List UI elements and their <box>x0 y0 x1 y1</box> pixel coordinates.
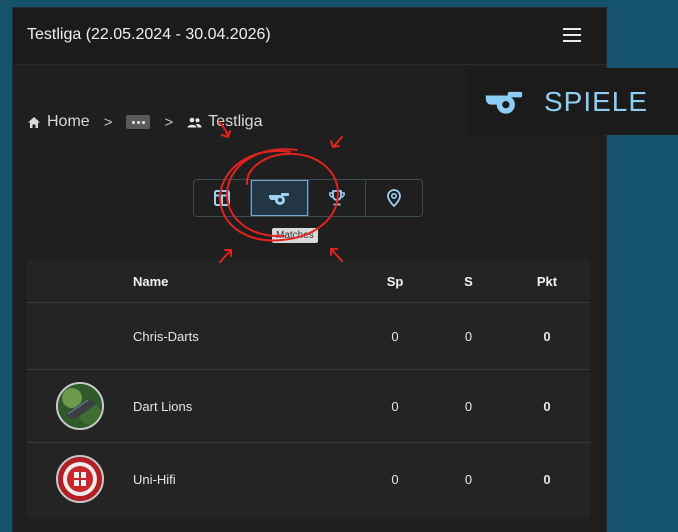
column-header-s: S <box>464 273 473 289</box>
view-tabs <box>193 179 423 217</box>
cell-pkt: 0 <box>543 471 551 487</box>
home-icon <box>28 116 40 128</box>
page-title: Testliga (22.05.2024 - 30.04.2026) <box>27 26 271 43</box>
app-header: Testliga (22.05.2024 - 30.04.2026) <box>13 8 606 64</box>
breadcrumb-home-label: Home <box>47 113 90 130</box>
trophy-icon <box>328 190 345 206</box>
table-row[interactable]: Dart Lions 0 0 0 <box>27 370 590 443</box>
team-avatar <box>56 455 104 503</box>
cell-s: 0 <box>464 328 473 344</box>
whistle-icon <box>485 91 523 114</box>
cell-s: 0 <box>464 471 473 487</box>
tab-trophies[interactable] <box>309 180 366 216</box>
cell-pkt: 0 <box>543 328 551 344</box>
breadcrumb-current-label: Testliga <box>208 113 263 130</box>
team-name: Uni-Hifi <box>133 471 176 487</box>
team-name: Dart Lions <box>133 398 193 414</box>
ellipsis-icon <box>131 120 135 124</box>
breadcrumb-current[interactable]: Testliga <box>187 113 262 131</box>
table-row[interactable]: Uni-Hifi 0 0 0 <box>27 443 590 515</box>
table-icon <box>214 190 231 206</box>
column-header-pkt: Pkt <box>536 273 558 289</box>
tab-standings[interactable] <box>194 180 252 216</box>
column-header-sp: Sp <box>386 273 404 289</box>
breadcrumb-collapsed-button[interactable] <box>126 115 151 129</box>
hamburger-menu-icon[interactable] <box>561 25 583 45</box>
cell-pkt: 0 <box>543 398 551 414</box>
breadcrumb-separator: > <box>164 113 174 131</box>
cell-sp: 0 <box>391 471 399 487</box>
breadcrumb: Home > > Testliga <box>27 112 262 132</box>
tab-matches[interactable] <box>251 180 309 216</box>
standings-table: Name Sp S Pkt Chris-Darts 0 0 0 Dart Lio… <box>27 260 590 518</box>
table-header: Name Sp S Pkt <box>27 260 590 303</box>
table-row[interactable]: Chris-Darts 0 0 0 <box>27 303 590 370</box>
column-header-name: Name <box>133 273 169 289</box>
whistle-icon <box>269 193 290 205</box>
tab-tooltip: Matches <box>272 228 318 243</box>
group-icon <box>187 117 202 127</box>
breadcrumb-home[interactable]: Home <box>27 113 90 131</box>
spiele-callout-label: SPIELE <box>544 86 649 117</box>
team-name: Chris-Darts <box>133 328 199 344</box>
breadcrumb-separator: > <box>103 113 113 131</box>
team-avatar <box>56 382 104 430</box>
cell-s: 0 <box>464 398 473 414</box>
cell-sp: 0 <box>391 328 399 344</box>
location-pin-icon <box>386 189 401 207</box>
tab-locations[interactable] <box>366 180 422 216</box>
cell-sp: 0 <box>391 398 399 414</box>
spiele-callout: SPIELE <box>467 68 678 135</box>
